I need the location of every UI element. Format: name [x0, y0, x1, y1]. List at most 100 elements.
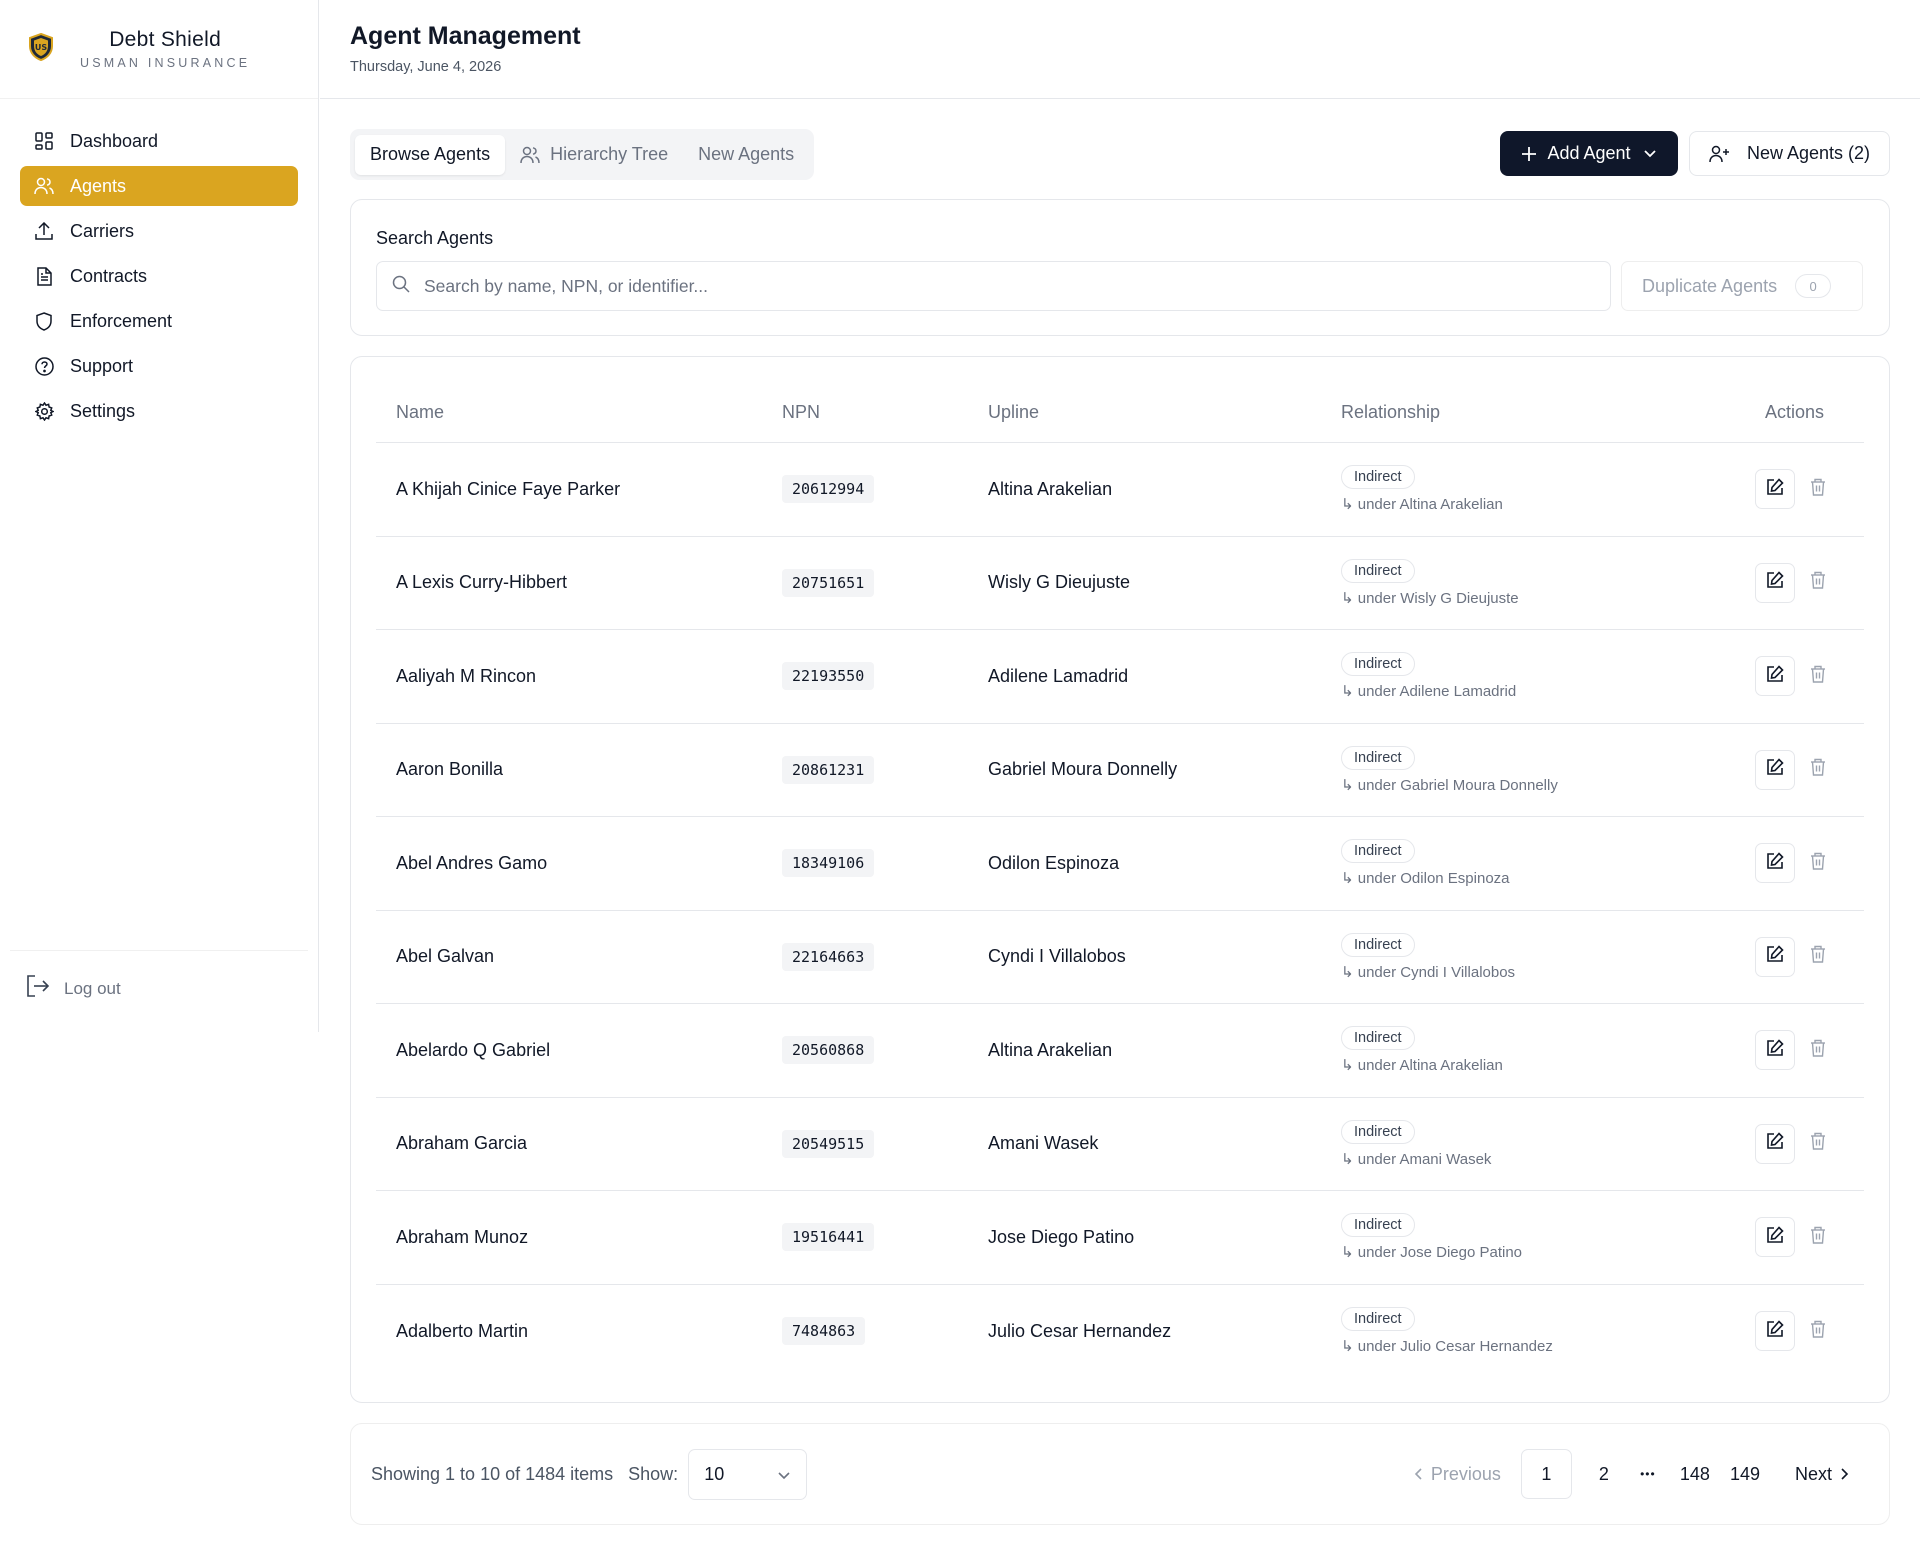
relationship-detail: ↳ under Altina Arakelian [1341, 496, 1503, 514]
table-row[interactable]: A Khijah Cinice Faye Parker 20612994 Altin… [376, 443, 1864, 537]
agent-name[interactable]: Abraham Garcia [376, 1133, 782, 1154]
table-row[interactable]: Abelardo Q Gabriel 20560868 Altina Arakeli… [376, 1004, 1864, 1098]
row-actions [1721, 1123, 1864, 1164]
edit-button[interactable] [1755, 749, 1795, 790]
edit-icon [1766, 665, 1784, 688]
sidebar-item-carriers[interactable]: Carriers [20, 211, 298, 251]
edit-button[interactable] [1755, 936, 1795, 977]
trash-icon [1810, 1132, 1826, 1155]
column-header-npn[interactable]: NPN [782, 402, 988, 423]
table-row[interactable]: Abraham Garcia 20549515 Amani Wasek Indirec… [376, 1098, 1864, 1191]
npn-cell: 18349106 [782, 849, 988, 878]
previous-page-button[interactable]: Previous [1404, 1449, 1511, 1499]
trash-icon [1810, 478, 1826, 501]
agent-name[interactable]: Abraham Munoz [376, 1227, 782, 1248]
upline-name: Julio Cesar Hernandez [988, 1320, 1172, 1341]
edit-icon [1766, 1320, 1784, 1343]
document-icon [34, 266, 54, 286]
search-label: Search Agents [376, 228, 494, 248]
edit-button[interactable] [1755, 843, 1795, 884]
agent-name[interactable]: Aaron Bonilla [376, 759, 782, 780]
logout-button[interactable]: Log out [10, 950, 308, 1026]
table-row[interactable]: Abel Andres Gamo 18349106 Odilon Espinoza I… [376, 817, 1864, 911]
table-row[interactable]: A Lexis Curry-Hibbert 20751651 Wisly G Die… [376, 537, 1864, 630]
search-box[interactable] [376, 261, 1611, 311]
agent-name[interactable]: Aaliyah M Rincon [376, 666, 782, 687]
tab-new-agents[interactable]: New Agents [683, 135, 809, 175]
relationship-badge: Indirect [1341, 1119, 1415, 1144]
npn-cell: 20612994 [782, 475, 988, 504]
sidebar-item-enforcement[interactable]: Enforcement [20, 301, 298, 341]
upline-name: Altina Arakelian [988, 1039, 1113, 1060]
table-row[interactable]: Adalberto Martin 7484863 Julio Cesar Herna… [376, 1285, 1864, 1379]
edit-button[interactable] [1755, 656, 1795, 697]
tab-hierarchy-tree[interactable]: Hierarchy Tree [505, 135, 683, 175]
relationship-badge: Indirect [1341, 558, 1415, 583]
duplicate-agents-label: Duplicate Agents [1642, 275, 1778, 296]
edit-icon [1766, 758, 1784, 781]
new-agents-button[interactable]: New Agents (2) [1689, 131, 1890, 176]
page-148-button[interactable]: 148 [1670, 1449, 1720, 1499]
table-row[interactable]: Aaron Bonilla 20861231 Gabriel Moura Donne… [376, 724, 1864, 817]
duplicate-agents-button[interactable]: Duplicate Agents 0 [1621, 261, 1863, 311]
delete-button[interactable] [1805, 750, 1831, 790]
edit-button[interactable] [1755, 1123, 1795, 1164]
edit-icon [1766, 945, 1784, 968]
edit-button[interactable] [1755, 1030, 1795, 1071]
sidebar-item-dashboard[interactable]: Dashboard [20, 121, 298, 161]
delete-button[interactable] [1805, 1030, 1831, 1070]
edit-icon [1766, 1039, 1784, 1062]
edit-button[interactable] [1755, 1217, 1795, 1258]
page-size-select[interactable]: 10 [688, 1448, 808, 1500]
table-row[interactable]: Abel Galvan 22164663 Cyndi I Villalobos Ind… [376, 911, 1864, 1004]
table-row[interactable]: Aaliyah M Rincon 22193550 Adilene Lamadrid… [376, 630, 1864, 724]
show-label: Show: [628, 1463, 679, 1484]
relationship-detail: ↳ under Julio Cesar Hernandez [1341, 1338, 1553, 1356]
pagination: Showing 1 to 10 of 1484 items Show: 10 P… [350, 1423, 1890, 1525]
table-row[interactable]: Abraham Munoz 19516441 Jose Diego Patino In… [376, 1191, 1864, 1285]
edit-icon [1766, 852, 1784, 875]
trash-icon [1810, 758, 1826, 781]
relationship-detail: ↳ under Adilene Lamadrid [1341, 683, 1517, 701]
agent-name[interactable]: Abel Galvan [376, 946, 782, 967]
relationship-cell: Indirect ↳ under Cyndi I Villalobos [1341, 932, 1721, 981]
page-1-button[interactable]: 1 [1520, 1449, 1572, 1499]
upline-name: Gabriel Moura Donnelly [988, 759, 1178, 780]
tab-browse-agents[interactable]: Browse Agents [355, 134, 506, 175]
relationship-cell: Indirect ↳ under Odilon Espinoza [1341, 839, 1721, 887]
brand[interactable]: US Debt Shield USMAN INSURANCE [0, 0, 318, 99]
agent-name[interactable]: Abel Andres Gamo [376, 853, 782, 874]
agent-name[interactable]: Adalberto Martin [376, 1321, 782, 1342]
delete-button[interactable] [1805, 656, 1831, 696]
delete-button[interactable] [1805, 469, 1831, 509]
delete-button[interactable] [1805, 937, 1831, 977]
delete-button[interactable] [1805, 1217, 1831, 1257]
row-actions [1721, 936, 1864, 977]
edit-button[interactable] [1755, 469, 1795, 510]
sidebar-item-support[interactable]: Support [20, 346, 298, 386]
delete-button[interactable] [1805, 1124, 1831, 1164]
delete-button[interactable] [1805, 563, 1831, 603]
delete-button[interactable] [1805, 843, 1831, 883]
sidebar-item-agents[interactable]: Agents [20, 166, 298, 206]
add-agent-button[interactable]: Add Agent [1500, 131, 1678, 176]
agent-name[interactable]: A Lexis Curry-Hibbert [376, 572, 782, 593]
edit-button[interactable] [1755, 1311, 1795, 1352]
column-header-upline[interactable]: Upline [988, 402, 1341, 423]
column-header-name[interactable]: Name [376, 402, 782, 423]
delete-button[interactable] [1805, 1311, 1831, 1351]
npn-value: 20612994 [782, 475, 875, 504]
next-page-button[interactable]: Next [1785, 1449, 1859, 1499]
search-input[interactable] [424, 275, 1574, 297]
page-2-button[interactable]: 2 [1582, 1449, 1626, 1499]
row-actions [1721, 1311, 1864, 1352]
agent-name[interactable]: Abelardo Q Gabriel [376, 1040, 782, 1061]
npn-value: 7484863 [782, 1317, 866, 1346]
page-149-button[interactable]: 149 [1720, 1449, 1770, 1499]
column-header-relationship[interactable]: Relationship [1341, 402, 1721, 423]
sidebar-item-settings[interactable]: Settings [20, 391, 298, 431]
edit-button[interactable] [1755, 562, 1795, 603]
brand-name: Debt Shield [109, 28, 222, 51]
agent-name[interactable]: A Khijah Cinice Faye Parker [376, 479, 782, 500]
sidebar-item-contracts[interactable]: Contracts [20, 256, 298, 296]
